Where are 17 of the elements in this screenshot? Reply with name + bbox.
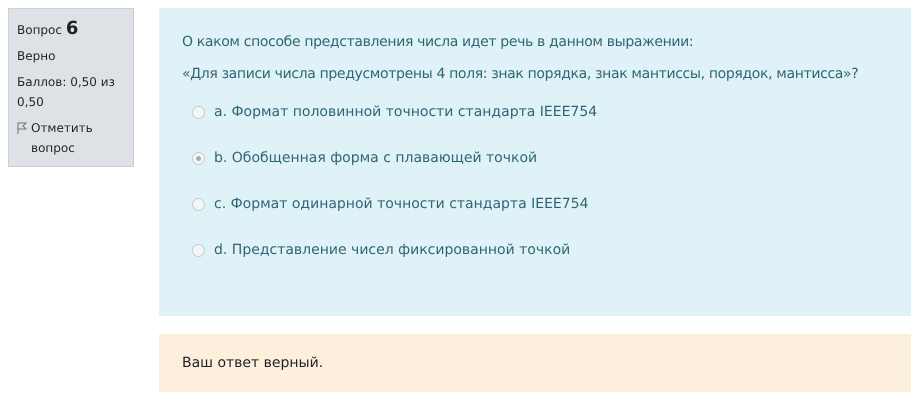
answer-option: b. Обобщенная форма с плавающей точкой [214,148,538,168]
question-label: Вопрос [17,23,63,37]
answer-radio[interactable] [192,244,205,256]
question-text: О каком способе представления числа идет речь в данном выражении: [182,33,694,52]
answer-radio[interactable] [192,198,205,210]
answer-radio[interactable] [192,152,205,164]
flag-question-link[interactable]: Отметить вопрос [31,118,125,158]
flag-icon[interactable] [17,122,27,134]
question-number: 6 [66,18,78,39]
question-grade: Баллов: 0,50 из 0,50 [17,74,116,111]
answer-option: a. Формат половинной точности стандарта IEEE754 [214,102,598,122]
answer-option: d. Представление чисел фиксированной точкой [214,240,570,260]
answer-radio[interactable] [192,106,205,118]
question-quote: «Для записи числа предусмотрены 4 поля: знак порядка, знак мантиссы, порядок, мантисса»? [182,65,860,84]
feedback-message: Ваш ответ верный. [159,334,911,392]
question-state: Верно [17,48,56,65]
answer-option: c. Формат одинарной точности стандарта IEEE754 [214,194,588,214]
